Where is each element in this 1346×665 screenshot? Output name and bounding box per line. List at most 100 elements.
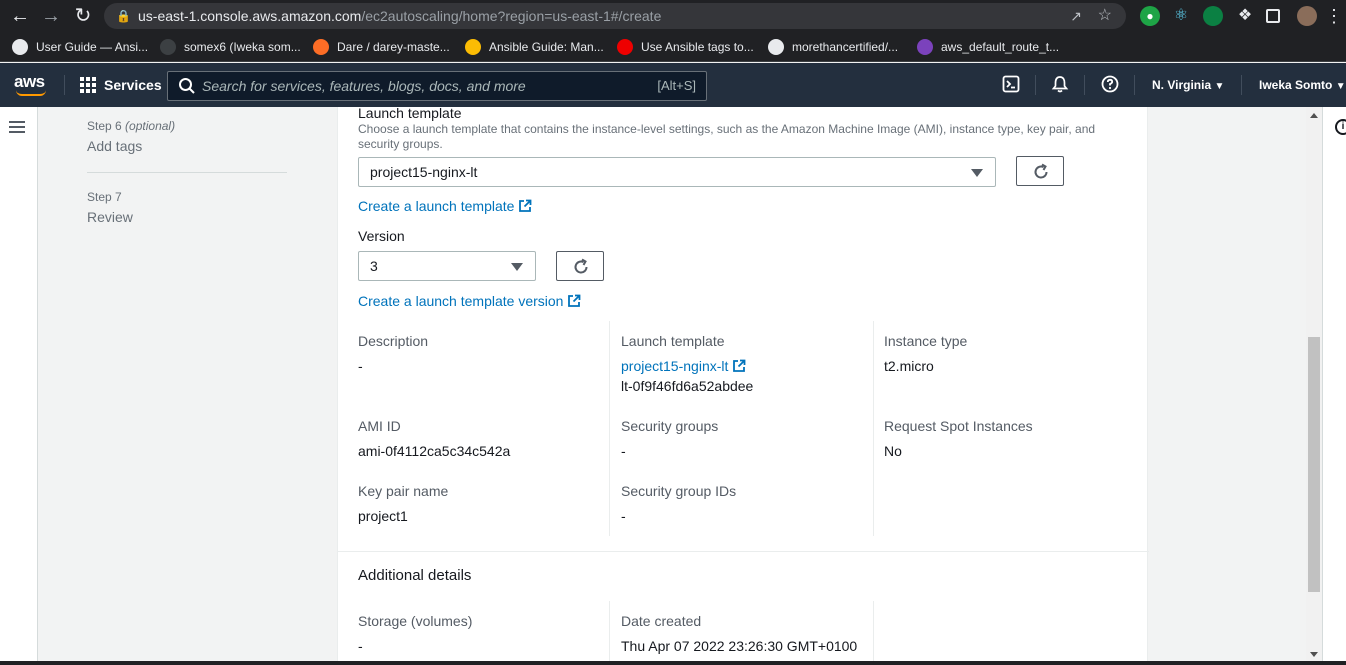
lock-icon: 🔒 — [116, 9, 131, 23]
search-shortcut: [Alt+S] — [657, 78, 696, 93]
date-created-value: Thu Apr 07 2022 23:26:30 GMT+0100 — [621, 638, 858, 654]
security-groups-label: Security groups — [621, 418, 719, 434]
ami-label: AMI ID — [358, 418, 401, 434]
spot-value: No — [884, 443, 902, 459]
help-icon[interactable] — [1100, 75, 1120, 95]
caret-down-icon: ▼ — [1214, 81, 1225, 92]
more-menu-icon[interactable]: ⋮ — [1322, 4, 1346, 28]
sg-ids-label: Security group IDs — [621, 483, 737, 499]
share-icon[interactable]: ↗ — [1070, 3, 1082, 29]
launch-template-select[interactable]: project15-nginx-lt — [358, 157, 996, 187]
instance-type-label: Instance type — [884, 333, 968, 349]
step-7-name[interactable]: Review — [87, 207, 287, 227]
step-divider — [87, 172, 287, 173]
caret-down-icon — [511, 263, 523, 271]
storage-label: Storage (volumes) — [358, 613, 473, 629]
storage-value: - — [358, 638, 363, 654]
bookmark-star-icon[interactable]: ☆ — [1098, 3, 1112, 29]
launch-template-card: Launch template Choose a launch template… — [337, 105, 1149, 665]
bookmark-item[interactable]: aws_default_route_t... — [917, 38, 1059, 56]
extension-lock-icon[interactable]: ● — [1140, 6, 1160, 26]
spot-label: Request Spot Instances — [884, 418, 1033, 434]
scroll-down-icon[interactable] — [1310, 652, 1318, 657]
region-selector[interactable]: N. Virginia ▼ — [1152, 76, 1224, 96]
sg-ids-value: - — [621, 508, 626, 524]
services-label: Services — [104, 77, 162, 93]
profile-avatar[interactable] — [1297, 6, 1317, 26]
bookmark-favicon — [917, 38, 933, 55]
scroll-up-icon[interactable] — [1310, 113, 1318, 118]
info-icon[interactable]: i — [1335, 119, 1346, 135]
react-devtools-icon[interactable]: ⚛ — [1171, 6, 1191, 26]
bookmark-item[interactable]: somex6 (Iweka som... — [160, 38, 301, 56]
nav-divider — [1241, 75, 1242, 95]
cloudshell-icon[interactable] — [1001, 75, 1021, 95]
bookmark-item[interactable]: Ansible Guide: Man... — [465, 38, 604, 56]
date-created-label: Date created — [621, 613, 702, 629]
caret-down-icon — [971, 169, 983, 177]
external-link-icon — [733, 359, 746, 372]
bookmark-item[interactable]: User Guide — Ansi... — [12, 38, 148, 56]
caret-down-icon: ▼ — [1335, 81, 1346, 92]
bookmark-item[interactable]: morethancertified/... — [768, 38, 898, 56]
scrollbar-thumb[interactable] — [1308, 337, 1320, 592]
step-6-label: Step 6 (optional) — [87, 119, 176, 133]
nav-divider — [1035, 75, 1036, 95]
search-box[interactable]: [Alt+S] — [167, 71, 707, 101]
nav-divider — [1134, 75, 1135, 95]
refresh-templates-button[interactable] — [1016, 156, 1064, 186]
reload-icon[interactable]: ↻ — [71, 4, 95, 28]
bookmark-item[interactable]: Use Ansible tags to... — [617, 38, 754, 56]
ami-value: ami-0f4112ca5c34c542a — [358, 443, 511, 459]
column-divider — [873, 601, 874, 665]
instance-type-value: t2.micro — [884, 358, 934, 374]
version-label: Version — [358, 228, 405, 244]
lt-id-value: lt-0f9f46fd6a52abdee — [621, 378, 754, 394]
search-input[interactable] — [202, 74, 622, 98]
bookmark-item[interactable]: Dare / darey-maste... — [313, 38, 450, 56]
search-icon — [179, 78, 195, 94]
column-divider — [609, 601, 610, 665]
refresh-versions-button[interactable] — [556, 251, 604, 281]
wizard-steps: Step 6 (optional) Add tags Step 7 Review — [87, 107, 287, 227]
bookmark-favicon — [617, 38, 633, 55]
column-divider — [609, 321, 610, 536]
tab-search-icon[interactable] — [1266, 9, 1280, 23]
address-bar[interactable]: 🔒 us-east-1.console.aws.amazon.com/ec2au… — [104, 3, 1126, 29]
hamburger-menu-icon[interactable] — [9, 121, 25, 133]
page-scrollbar[interactable] — [1306, 107, 1322, 665]
lt-label: Launch template — [621, 333, 725, 349]
nav-divider — [64, 75, 65, 95]
version-selected: 3 — [370, 258, 378, 274]
account-menu[interactable]: Iweka Somto ▼ — [1259, 76, 1346, 96]
step-6-name[interactable]: Add tags — [87, 136, 287, 156]
create-launch-template-version-link[interactable]: Create a launch template version — [358, 292, 581, 310]
step-7-label: Step 7 — [87, 190, 122, 204]
extension-icon[interactable] — [1203, 6, 1223, 26]
aws-logo[interactable]: aws — [14, 73, 48, 97]
bookmark-favicon — [12, 38, 28, 55]
grid-icon — [80, 76, 96, 93]
external-link-icon — [568, 294, 581, 307]
keypair-value: project1 — [358, 508, 408, 524]
bookmark-favicon — [768, 38, 784, 55]
external-link-icon — [519, 199, 532, 212]
version-select[interactable]: 3 — [358, 251, 536, 281]
side-nav-rail — [0, 107, 38, 665]
nav-divider — [1084, 75, 1085, 95]
puzzle-icon[interactable]: ❖ — [1235, 6, 1255, 26]
bookmark-favicon — [465, 38, 481, 55]
bell-icon[interactable] — [1050, 75, 1070, 95]
lt-detail-link[interactable]: project15-nginx-lt — [621, 357, 746, 375]
create-launch-template-link[interactable]: Create a launch template — [358, 197, 532, 215]
aws-smile-icon — [16, 90, 46, 96]
description-label: Description — [358, 333, 429, 349]
refresh-icon — [1034, 163, 1048, 179]
services-menu[interactable]: Services — [80, 75, 162, 95]
bookmarks-bar: User Guide — Ansi... somex6 (Iweka som..… — [0, 32, 1346, 62]
additional-details-title: Additional details — [358, 567, 472, 584]
back-icon[interactable]: ← — [8, 4, 32, 28]
user-label: Iweka Somto — [1259, 78, 1333, 92]
bookmark-favicon — [313, 38, 329, 55]
forward-icon[interactable]: → — [39, 4, 63, 28]
